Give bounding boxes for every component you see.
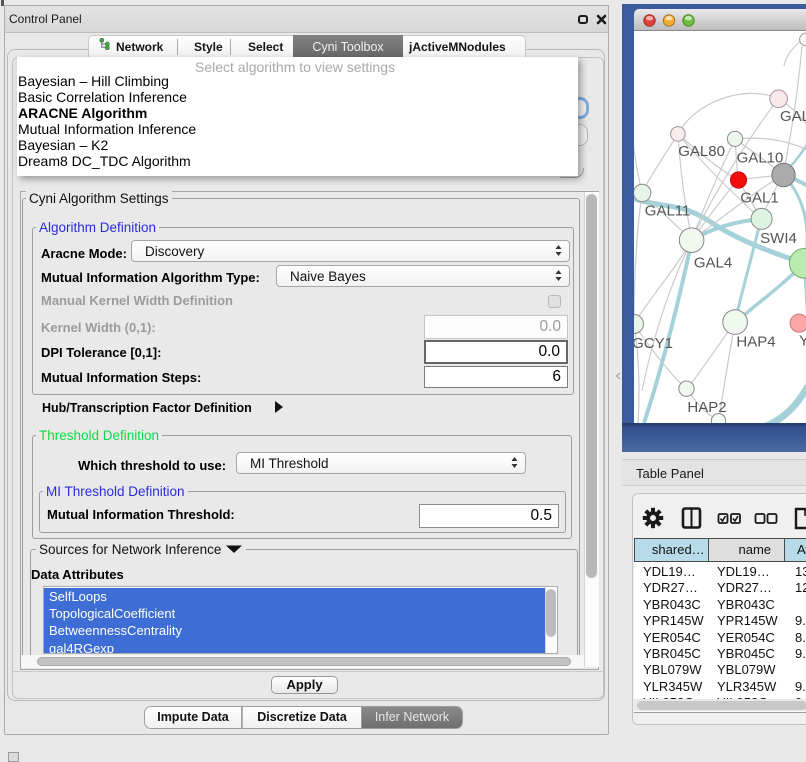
svg-text:GAL: GAL [780,108,806,125]
svg-text:GAL10: GAL10 [737,150,784,167]
svg-text:GAL11: GAL11 [645,203,691,220]
svg-text:SWI4: SWI4 [760,230,797,247]
svg-text:GAL80: GAL80 [678,143,725,160]
svg-text:Y: Y [799,333,806,350]
svg-text:GAL1: GAL1 [740,190,778,207]
svg-text:GCY1: GCY1 [634,335,673,352]
svg-text:HAP2: HAP2 [687,399,726,416]
svg-text:GAL4: GAL4 [694,255,732,272]
svg-text:HAP4: HAP4 [736,334,775,351]
